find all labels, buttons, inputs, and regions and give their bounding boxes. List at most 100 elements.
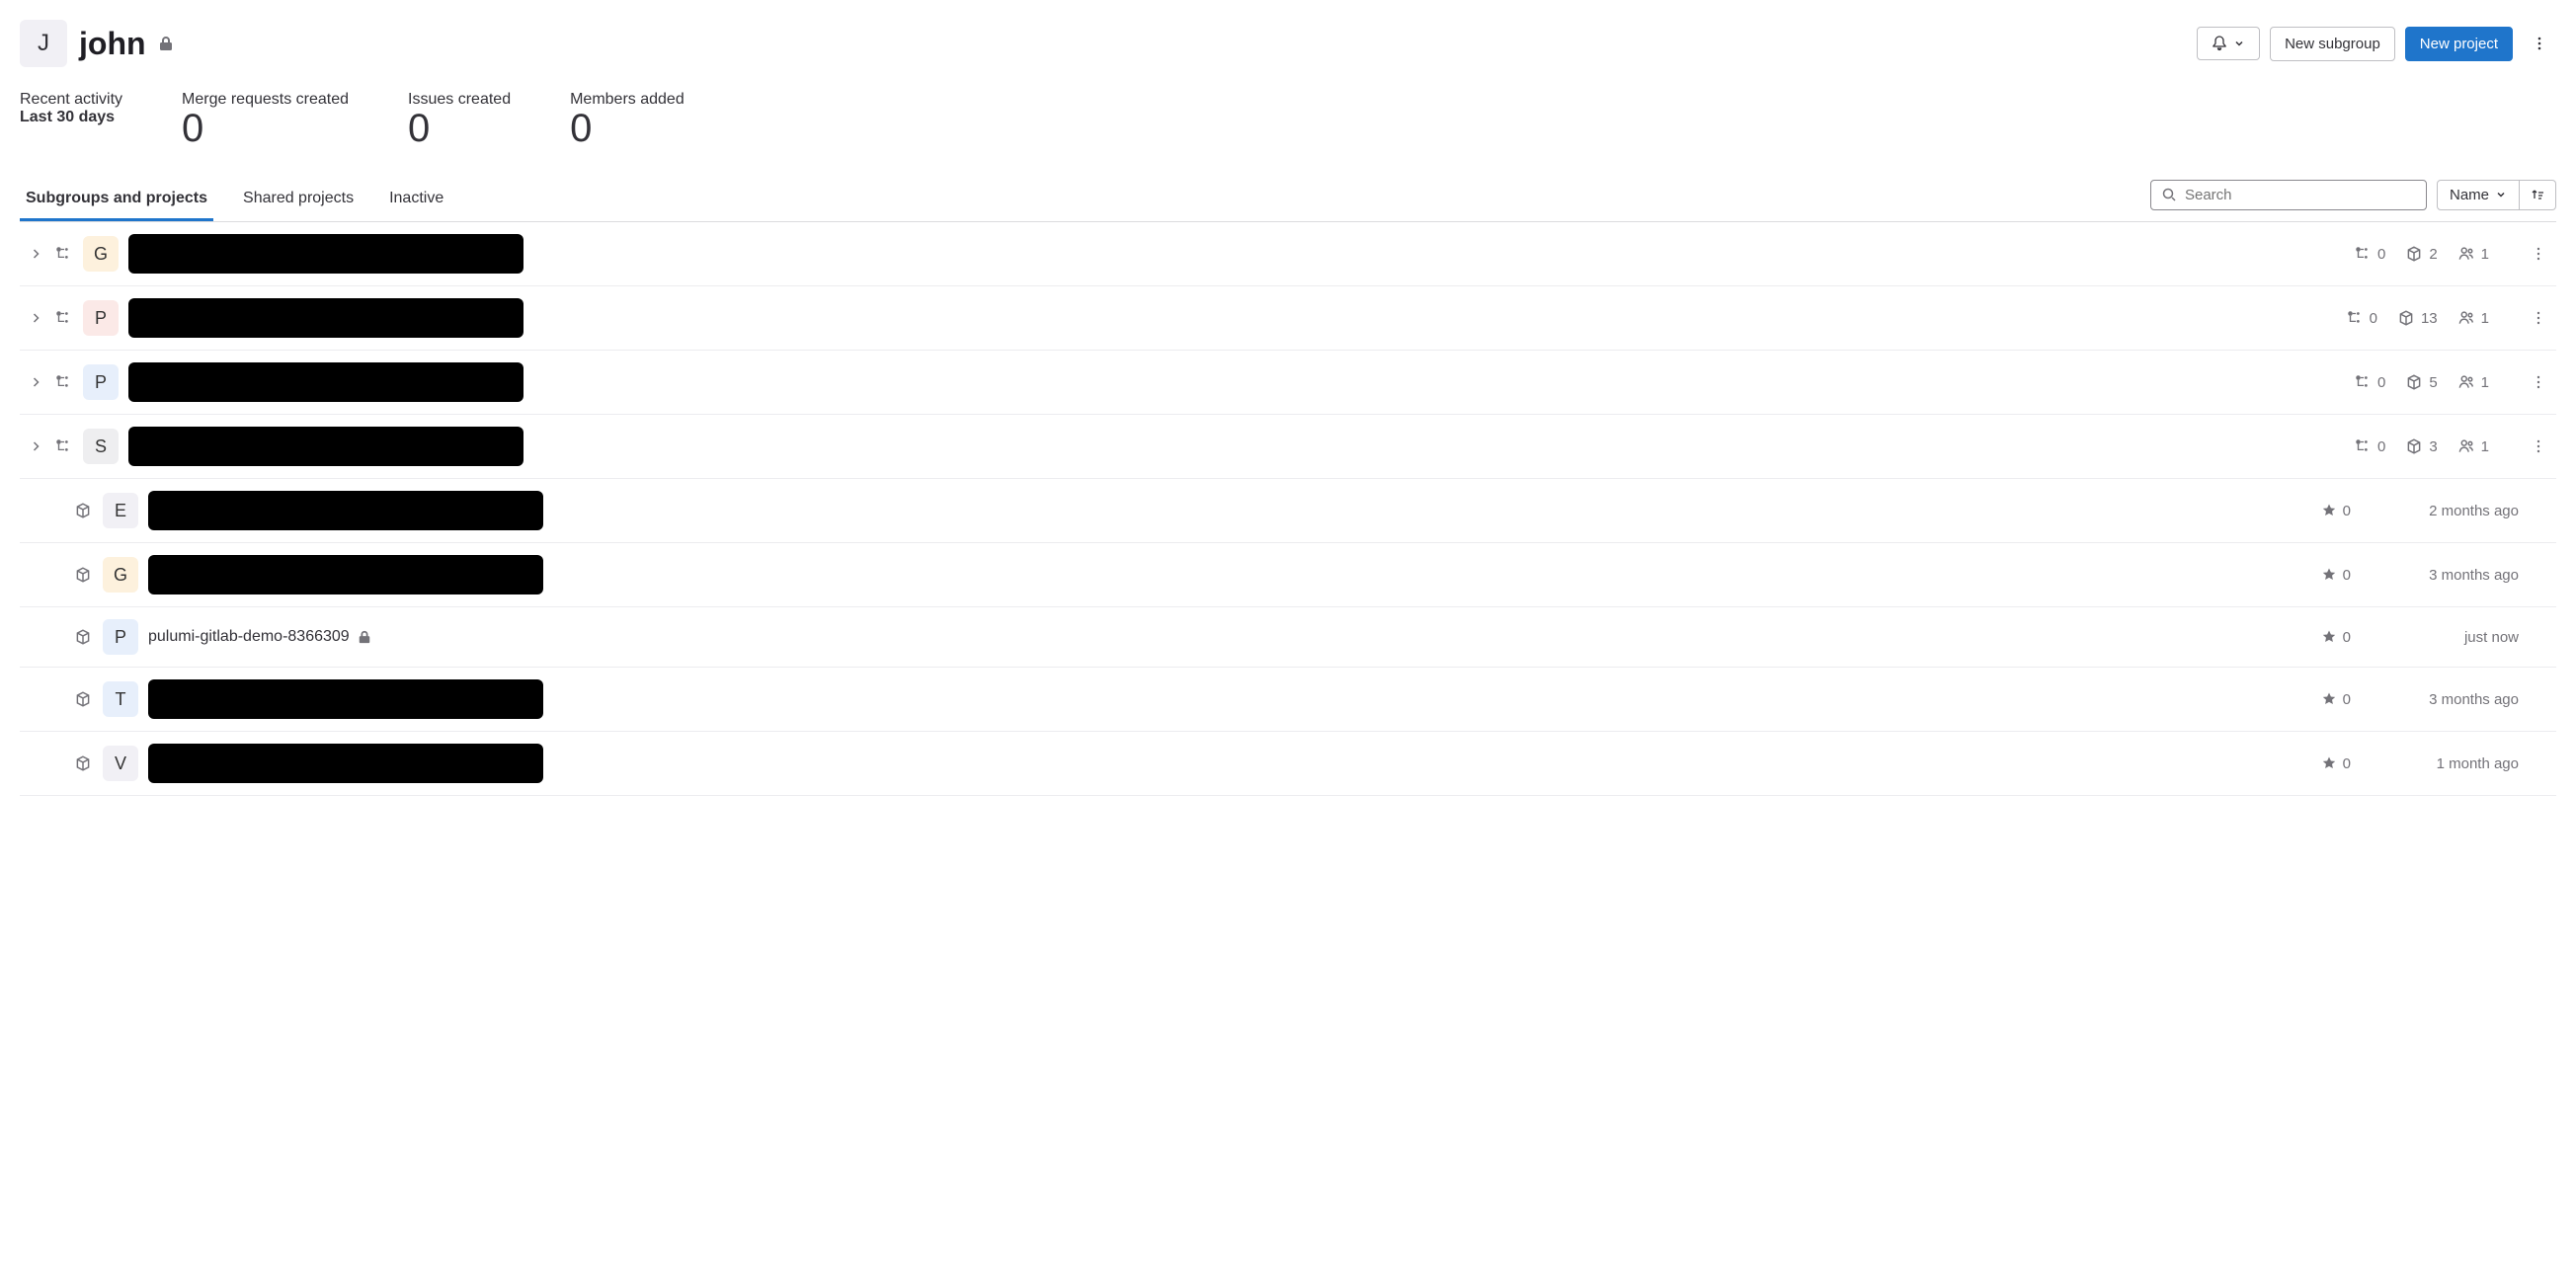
members-icon <box>2457 245 2475 263</box>
more-actions-button[interactable] <box>2523 27 2556 60</box>
subgroup-icon <box>53 245 73 263</box>
new-project-button[interactable]: New project <box>2405 27 2513 61</box>
item-avatar: G <box>83 236 119 272</box>
content-header: Subgroups and projects Shared projects I… <box>20 176 2556 222</box>
tab-subgroups-projects[interactable]: Subgroups and projects <box>20 176 213 221</box>
chevron-right-icon <box>30 440 41 452</box>
expand-toggle[interactable] <box>28 312 43 324</box>
subgroup-row[interactable]: P0131 <box>20 286 2556 351</box>
item-name-area: pulumi-gitlab-demo-8366309 <box>148 628 371 646</box>
tab-inactive[interactable]: Inactive <box>383 176 449 221</box>
items-list: G021P0131P051S031E02 months agoG03 month… <box>20 222 2556 796</box>
group-counts: 021 <box>2354 245 2489 263</box>
redacted-name <box>128 234 523 274</box>
chevron-down-icon <box>2233 38 2245 49</box>
redacted-name <box>128 298 523 338</box>
search-icon <box>2161 187 2177 202</box>
row-menu-button[interactable] <box>2529 438 2548 454</box>
kebab-icon <box>2531 310 2546 326</box>
subgroups-count: 0 <box>2354 373 2385 391</box>
chevron-right-icon <box>30 376 41 388</box>
header-left: J john <box>20 20 174 67</box>
mr-created-label: Merge requests created <box>182 91 349 109</box>
project-row[interactable]: E02 months ago <box>20 479 2556 543</box>
header-actions: New subgroup New project <box>2197 27 2556 61</box>
subgroups-count: 0 <box>2354 437 2385 455</box>
project-icon <box>2405 373 2423 391</box>
item-avatar: T <box>103 681 138 717</box>
search-input[interactable] <box>2185 187 2416 203</box>
project-icon <box>73 502 93 519</box>
stars-count: 0 <box>2321 567 2351 584</box>
kebab-icon <box>2531 374 2546 390</box>
kebab-icon <box>2531 246 2546 262</box>
redacted-name <box>148 491 543 530</box>
item-name-area <box>148 679 543 719</box>
subgroup-icon <box>2354 437 2372 455</box>
subgroups-count: 0 <box>2346 309 2377 327</box>
tab-shared-projects[interactable]: Shared projects <box>237 176 360 221</box>
project-row[interactable]: Ppulumi-gitlab-demo-83663090just now <box>20 607 2556 668</box>
subgroup-icon <box>2354 373 2372 391</box>
sort-label: Name <box>2450 187 2489 203</box>
issues-created-block: Issues created 0 <box>408 91 511 148</box>
row-menu-button[interactable] <box>2529 374 2548 390</box>
kebab-icon <box>2532 36 2547 51</box>
project-icon <box>2405 437 2423 455</box>
members-added-value: 0 <box>570 109 684 148</box>
item-name-area <box>128 362 523 402</box>
recent-activity-label: Recent activity <box>20 91 122 109</box>
item-name-area <box>128 298 523 338</box>
projects-count: 13 <box>2397 309 2438 327</box>
star-icon <box>2321 691 2337 707</box>
item-name-area <box>128 234 523 274</box>
stats-row: Recent activity Last 30 days Merge reque… <box>20 91 2556 148</box>
item-avatar: V <box>103 746 138 781</box>
updated-at: 3 months ago <box>2361 567 2519 584</box>
group-counts: 051 <box>2354 373 2489 391</box>
project-icon <box>73 628 93 646</box>
stars-count: 0 <box>2321 755 2351 772</box>
subgroup-row[interactable]: P051 <box>20 351 2556 415</box>
members-added-block: Members added 0 <box>570 91 684 148</box>
search-box[interactable] <box>2150 180 2427 210</box>
subgroup-icon <box>53 373 73 391</box>
project-row[interactable]: V 0 1 month ago <box>20 732 2556 796</box>
subgroup-icon <box>53 437 73 455</box>
star-icon <box>2321 755 2337 771</box>
page-header: J john New subgroup New project <box>20 20 2556 67</box>
mr-created-block: Merge requests created 0 <box>182 91 349 148</box>
project-icon <box>2405 245 2423 263</box>
project-row[interactable]: G03 months ago <box>20 543 2556 607</box>
members-count: 1 <box>2457 373 2489 391</box>
redacted-name <box>128 362 523 402</box>
subgroup-row[interactable]: S031 <box>20 415 2556 479</box>
stars-count: 0 <box>2321 691 2351 708</box>
expand-toggle[interactable] <box>28 440 43 452</box>
expand-toggle[interactable] <box>28 248 43 260</box>
item-name-area <box>148 555 543 594</box>
subgroups-count: 0 <box>2354 245 2385 263</box>
expand-toggle[interactable] <box>28 376 43 388</box>
project-row[interactable]: T03 months ago <box>20 668 2556 732</box>
sort-direction-button[interactable] <box>2520 180 2556 210</box>
new-subgroup-button[interactable]: New subgroup <box>2270 27 2395 61</box>
stars-count: 0 <box>2321 503 2351 519</box>
subgroup-icon <box>2354 245 2372 263</box>
recent-activity-range: Last 30 days <box>20 109 122 126</box>
lock-icon <box>358 630 371 644</box>
sort-dropdown[interactable]: Name <box>2437 180 2520 210</box>
row-menu-button[interactable] <box>2529 310 2548 326</box>
item-name[interactable]: pulumi-gitlab-demo-8366309 <box>148 628 350 646</box>
notifications-dropdown[interactable] <box>2197 27 2260 60</box>
chevron-right-icon <box>30 248 41 260</box>
mr-created-value: 0 <box>182 109 349 148</box>
item-avatar: E <box>103 493 138 528</box>
projects-count: 2 <box>2405 245 2437 263</box>
star-icon <box>2321 567 2337 583</box>
redacted-name <box>148 555 543 594</box>
row-menu-button[interactable] <box>2529 246 2548 262</box>
item-name-area <box>128 427 523 466</box>
subgroup-row[interactable]: G021 <box>20 222 2556 286</box>
updated-at: 1 month ago <box>2361 755 2519 772</box>
